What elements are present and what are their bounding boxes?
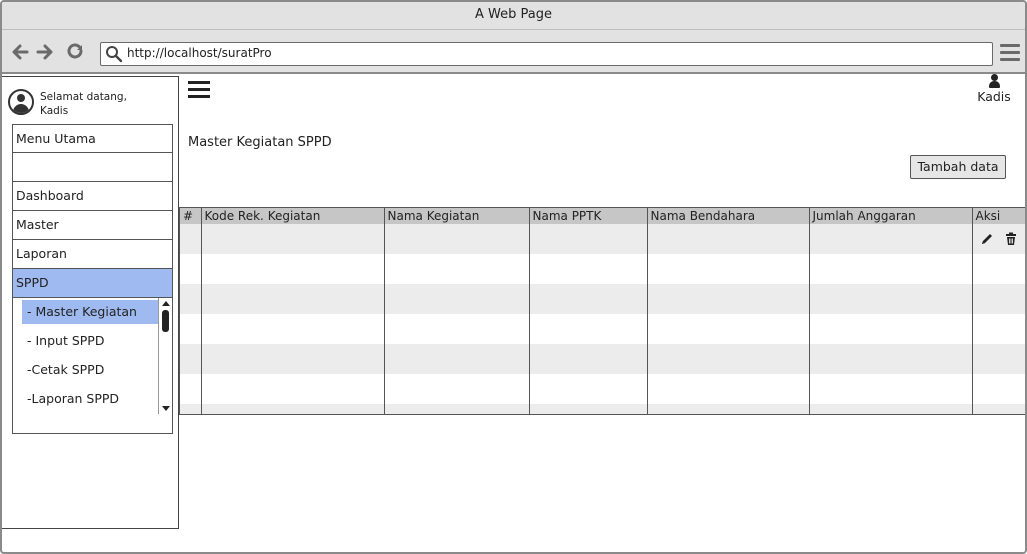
user-icon bbox=[988, 74, 1000, 88]
column-header-nama-bendahara: Nama Bendahara bbox=[647, 208, 810, 224]
column-header-nama-pptk: Nama PPTK bbox=[529, 208, 648, 224]
column-header-number: # bbox=[180, 208, 202, 224]
user-welcome: Selamat datang, Kadis bbox=[8, 89, 168, 125]
submenu-item-laporan-sppd[interactable]: -Laporan SPPD bbox=[22, 387, 158, 411]
add-data-button[interactable]: Tambah data bbox=[910, 155, 1006, 179]
url-text: http://localhost/suratPro bbox=[127, 46, 272, 60]
submenu-item-input-sppd[interactable]: - Input SPPD bbox=[22, 329, 158, 353]
column-header-aksi: Aksi bbox=[972, 208, 1025, 224]
address-bar[interactable]: http://localhost/suratPro bbox=[100, 42, 993, 66]
user-menu[interactable]: Kadis bbox=[972, 74, 1016, 104]
browser-navbar: http://localhost/suratPro bbox=[2, 30, 1025, 74]
submenu-scrollbar[interactable] bbox=[158, 298, 172, 414]
edit-icon[interactable] bbox=[980, 232, 994, 246]
scroll-down-icon[interactable] bbox=[162, 406, 170, 411]
welcome-text: Selamat datang, Kadis bbox=[40, 90, 160, 118]
scroll-thumb[interactable] bbox=[162, 310, 169, 332]
sidebar-item-dashboard[interactable]: Dashboard bbox=[12, 182, 173, 211]
user-name: Kadis bbox=[977, 89, 1011, 104]
welcome-username: Kadis bbox=[40, 105, 69, 117]
welcome-greeting: Selamat datang, bbox=[40, 91, 127, 103]
scroll-up-icon[interactable] bbox=[162, 301, 170, 306]
column-header-kode-rek: Kode Rek. Kegiatan bbox=[201, 208, 385, 224]
table-row bbox=[180, 314, 1025, 344]
hamburger-icon[interactable] bbox=[188, 81, 210, 99]
back-icon[interactable] bbox=[10, 42, 30, 62]
delete-icon[interactable] bbox=[1004, 232, 1018, 246]
reload-icon[interactable] bbox=[65, 42, 85, 62]
column-header-nama-kegiatan: Nama Kegiatan bbox=[384, 208, 530, 224]
sidebar-item-sppd[interactable]: SPPD bbox=[12, 269, 173, 298]
browser-window: A Web Page http://localhost/suratPro Sel… bbox=[0, 0, 1027, 554]
sidebar-item-master[interactable]: Master bbox=[12, 211, 173, 240]
sidebar-menu: Menu Utama Dashboard Master Laporan SPPD… bbox=[12, 124, 173, 434]
sidebar-item-laporan[interactable]: Laporan bbox=[12, 240, 173, 269]
sidebar-item-menu-utama: Menu Utama bbox=[12, 124, 173, 153]
table-row bbox=[180, 404, 1025, 414]
search-icon bbox=[106, 46, 123, 63]
table-row bbox=[180, 254, 1025, 284]
table-row bbox=[180, 284, 1025, 314]
page-title: Master Kegiatan SPPD bbox=[188, 135, 332, 150]
forward-icon[interactable] bbox=[35, 42, 55, 62]
browser-menu-icon[interactable] bbox=[1000, 44, 1020, 62]
table-row bbox=[180, 224, 1025, 254]
row-actions bbox=[972, 224, 1025, 254]
avatar-icon bbox=[8, 89, 34, 115]
submenu-item-cetak-sppd[interactable]: -Cetak SPPD bbox=[22, 358, 158, 382]
sidebar: Selamat datang, Kadis Menu Utama Dashboa… bbox=[2, 76, 179, 529]
sidebar-item-blank[interactable] bbox=[12, 153, 173, 182]
submenu-item-master-kegiatan[interactable]: - Master Kegiatan bbox=[22, 300, 158, 324]
data-table: # Kode Rek. Kegiatan Nama Kegiatan Nama … bbox=[179, 207, 1025, 415]
sppd-submenu: - Master Kegiatan - Input SPPD -Cetak SP… bbox=[12, 298, 173, 434]
table-row bbox=[180, 374, 1025, 404]
column-header-jumlah-anggaran: Jumlah Anggaran bbox=[809, 208, 973, 224]
window-title: A Web Page bbox=[2, 2, 1025, 30]
table-header-row: # Kode Rek. Kegiatan Nama Kegiatan Nama … bbox=[180, 208, 1025, 224]
table-row bbox=[180, 344, 1025, 374]
